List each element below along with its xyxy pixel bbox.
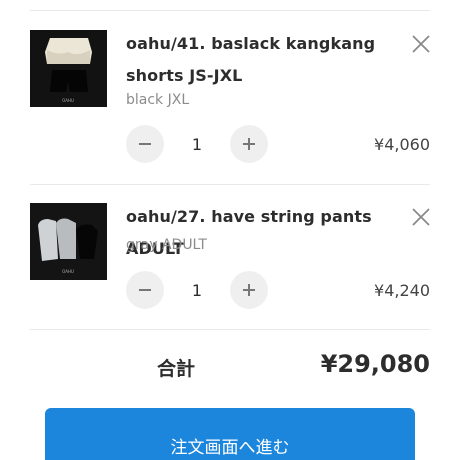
quantity-value[interactable]: 1	[182, 281, 212, 300]
product-variant: gray ADULT	[126, 237, 207, 253]
quantity-value[interactable]: 1	[182, 135, 212, 154]
item-price: ¥4,060	[374, 135, 430, 154]
total-label: 合計	[157, 358, 196, 380]
product-thumbnail[interactable]: OAHU	[30, 203, 107, 280]
item-divider	[30, 184, 430, 185]
product-name[interactable]: oahu/41. baslack kangkang shorts JS-JXL	[126, 28, 401, 92]
decrement-button[interactable]	[126, 271, 164, 309]
product-variant: black JXL	[126, 92, 190, 108]
svg-text:OAHU: OAHU	[62, 98, 74, 103]
total-value: ¥29,080	[320, 350, 430, 378]
remove-item-button[interactable]	[410, 206, 432, 228]
item-price: ¥4,240	[374, 281, 430, 300]
plus-icon	[243, 284, 255, 296]
remove-item-button[interactable]	[410, 33, 432, 55]
checkout-button[interactable]: 注文画面へ進む	[45, 408, 415, 460]
top-divider	[30, 10, 430, 11]
total-divider	[30, 329, 430, 330]
plus-icon	[243, 138, 255, 150]
decrement-button[interactable]	[126, 125, 164, 163]
svg-text:OAHU: OAHU	[62, 269, 74, 274]
increment-button[interactable]	[230, 271, 268, 309]
close-icon	[412, 208, 430, 226]
close-icon	[412, 35, 430, 53]
product-thumbnail[interactable]: OAHU	[30, 30, 107, 107]
minus-icon	[139, 289, 151, 291]
minus-icon	[139, 143, 151, 145]
product-name[interactable]: oahu/27. have string pants ADULT	[126, 201, 401, 265]
increment-button[interactable]	[230, 125, 268, 163]
